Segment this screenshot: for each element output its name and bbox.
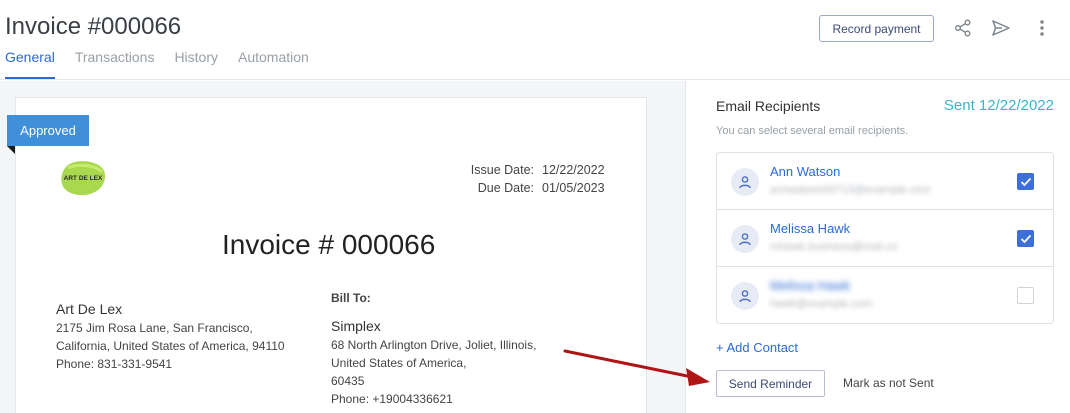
issue-date-label: Issue Date: — [470, 163, 534, 177]
from-address: Art De Lex 2175 Jim Rosa Lane, San Franc… — [56, 300, 285, 373]
svg-text:ART DE LEX: ART DE LEX — [64, 175, 103, 182]
recipient-row[interactable]: Melissa Hawk hawk@example.com — [717, 267, 1053, 324]
recipient-row[interactable]: Ann Watson annwatson00713@example.com — [717, 153, 1053, 210]
due-date-value: 01/05/2023 — [542, 181, 605, 195]
page-title: Invoice #000066 — [5, 13, 182, 40]
bill-to-line1: 68 North Arlington Drive, Joliet, Illino… — [331, 338, 537, 352]
bill-to-address: Simplex 68 North Arlington Drive, Joliet… — [331, 317, 536, 408]
tab-history[interactable]: History — [174, 49, 218, 79]
from-line1: 2175 Jim Rosa Lane, San Francisco, — [56, 321, 253, 335]
email-recipients-title: Email Recipients — [716, 98, 821, 114]
due-date-label: Due Date: — [477, 181, 534, 195]
from-line2: California, United States of America, 94… — [56, 339, 285, 353]
user-icon — [731, 282, 759, 310]
recipient-list: Ann Watson annwatson00713@example.com Me… — [716, 152, 1054, 324]
status-badge-fold — [7, 146, 15, 154]
user-icon — [731, 168, 759, 196]
bill-to-phone: Phone: +19004336621 — [331, 392, 453, 406]
tab-automation[interactable]: Automation — [238, 49, 309, 79]
bill-to-line3: 60435 — [331, 374, 365, 388]
recipient-email: annwatson00713@example.com — [770, 184, 931, 196]
recipients-hint: You can select several email recipients. — [716, 125, 909, 137]
bill-to-line2: United States of America, — [331, 356, 467, 370]
page-header: Invoice #000066 General Transactions His… — [0, 0, 1070, 80]
sent-status: Sent 12/22/2022 — [943, 97, 1054, 114]
recipient-checkbox[interactable] — [1017, 230, 1034, 247]
date-labels: Issue Date: Due Date: — [430, 161, 534, 197]
send-icon[interactable] — [990, 17, 1012, 39]
bill-to-name: Simplex — [331, 318, 381, 334]
from-phone: Phone: 831-331-9541 — [56, 357, 173, 371]
tab-transactions[interactable]: Transactions — [75, 49, 155, 79]
recipient-name: Melissa Hawk — [770, 278, 851, 293]
invoice-title: Invoice # 000066 — [222, 229, 436, 260]
recipient-row[interactable]: Melissa Hawk mhawk.business@mail.co — [717, 210, 1053, 267]
user-icon — [731, 225, 759, 253]
status-badge: Approved — [7, 115, 89, 146]
tab-general[interactable]: General — [5, 49, 55, 79]
recipient-name: Melissa Hawk — [770, 221, 851, 236]
recipient-email: mhawk.business@mail.co — [770, 241, 898, 253]
recipient-checkbox[interactable] — [1017, 173, 1034, 190]
tab-bar: General Transactions History Automation — [5, 49, 309, 79]
annotation-arrow — [563, 349, 710, 386]
issue-date-value: 12/22/2022 — [542, 163, 605, 177]
recipient-name: Ann Watson — [770, 164, 841, 179]
email-recipients-panel: Email Recipients Sent 12/22/2022 You can… — [685, 81, 1070, 413]
from-name: Art De Lex — [56, 301, 123, 317]
recipient-checkbox[interactable] — [1017, 287, 1034, 304]
bill-to-label: Bill To: — [331, 291, 371, 305]
record-payment-button[interactable]: Record payment — [819, 15, 934, 42]
more-vertical-icon[interactable] — [1031, 17, 1053, 39]
recipient-email: hawk@example.com — [770, 298, 873, 310]
share-icon[interactable] — [952, 17, 974, 39]
add-contact-link[interactable]: + Add Contact — [716, 340, 798, 355]
mark-not-sent-link[interactable]: Mark as not Sent — [843, 376, 934, 390]
send-reminder-button[interactable]: Send Reminder — [716, 370, 825, 397]
date-values: 12/22/2022 01/05/2023 — [542, 161, 605, 197]
company-logo: ART DE LEX — [58, 158, 108, 198]
